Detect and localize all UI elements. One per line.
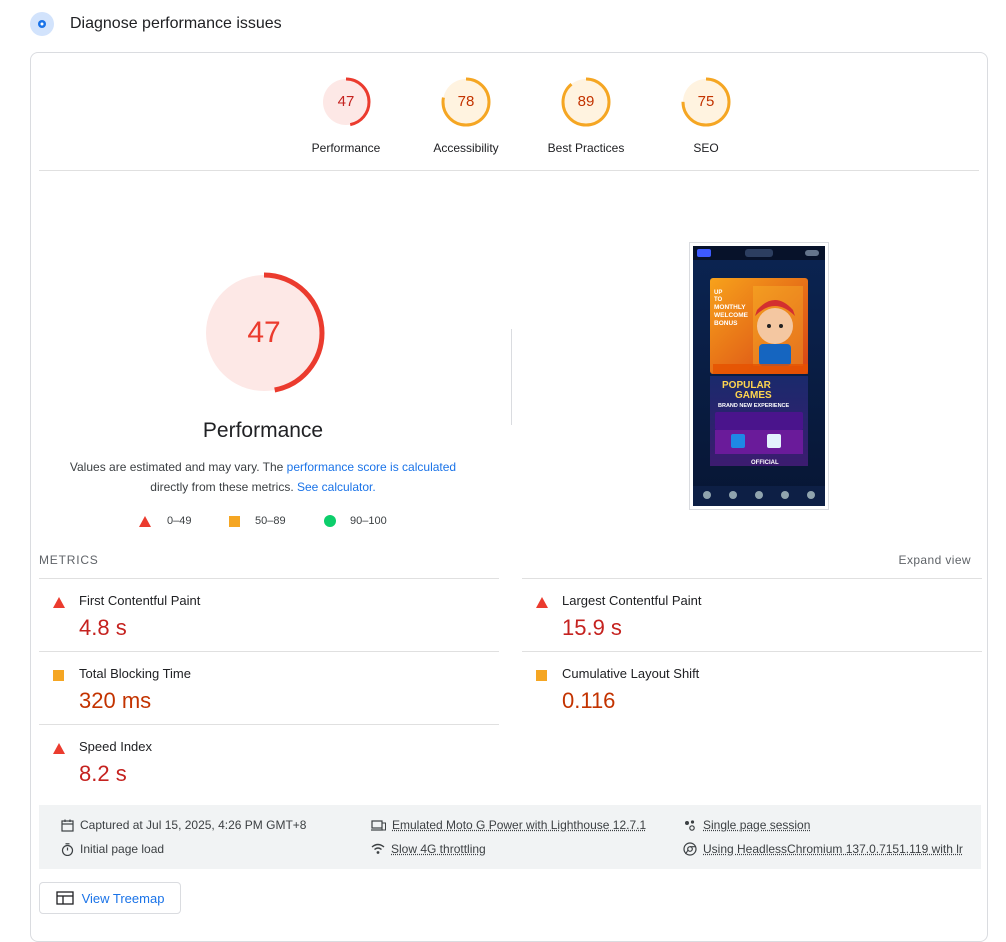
gauge-performance[interactable]: 47 Performance	[286, 77, 406, 155]
captured-text: Captured at Jul 15, 2025, 4:26 PM GMT+8	[80, 818, 307, 832]
score-calculated-link[interactable]: performance score is calculated	[287, 460, 456, 474]
metrics-left-column: First Contentful Paint 4.8 s Total Block…	[39, 578, 499, 797]
performance-title: Performance	[202, 419, 324, 442]
view-treemap-button[interactable]: View Treemap	[39, 882, 181, 914]
runtime-settings: Captured at Jul 15, 2025, 4:26 PM GMT+8 …	[39, 805, 981, 869]
section-title: Diagnose performance issues	[70, 15, 282, 32]
metric-name: Total Blocking Time	[79, 666, 191, 681]
category-gauges: 47 Performance 78 Accessibility 89 Best …	[286, 77, 766, 155]
device-text: Emulated Moto G Power with Lighthouse 12…	[392, 818, 647, 832]
metric-cls: Cumulative Layout Shift 0.116	[522, 651, 982, 724]
note-text: Values are estimated and may vary. The	[69, 460, 287, 474]
people-icon	[685, 819, 695, 831]
performance-score-gauge: 47	[202, 271, 326, 395]
score-note: Values are estimated and may vary. The p…	[51, 457, 475, 497]
initial-load: Initial page load	[61, 842, 164, 856]
gauge-label: SEO	[693, 141, 719, 155]
banner-line: GAMES	[735, 390, 772, 401]
legend-fail: 0–49	[167, 515, 192, 527]
average-square-icon	[229, 515, 240, 527]
final-screenshot[interactable]: UP TO MONTHLY WELCOME BONUS POPULAR GAME…	[689, 242, 829, 510]
wifi-icon	[371, 843, 385, 854]
calendar-icon	[61, 819, 74, 832]
banner-footer: OFFICIAL	[751, 460, 779, 466]
treemap-icon	[55, 891, 74, 905]
metric-value: 320 ms	[79, 688, 152, 713]
fail-triangle-icon	[139, 515, 151, 527]
note-text: directly from these metrics.	[150, 480, 297, 494]
gauge-seo[interactable]: 75 SEO	[646, 77, 766, 155]
chrome-icon	[683, 842, 697, 856]
browser-info[interactable]: Using HeadlessChromium 137.0.7151.119 wi…	[683, 842, 963, 856]
gauge-score: 75	[697, 93, 715, 110]
emulated-device[interactable]: Emulated Moto G Power with Lighthouse 12…	[371, 818, 646, 832]
average-square-icon	[53, 670, 64, 681]
average-square-icon	[536, 670, 547, 681]
performance-score: 47	[247, 316, 281, 349]
metric-fcp: First Contentful Paint 4.8 s	[39, 578, 499, 651]
browser-text: Using HeadlessChromium 137.0.7151.119 wi…	[703, 842, 963, 856]
gauge-score: 78	[457, 93, 475, 110]
captured-at: Captured at Jul 15, 2025, 4:26 PM GMT+8	[61, 818, 306, 832]
score-legend: 0–49 50–89 90–100	[139, 515, 387, 527]
vertical-divider	[511, 329, 512, 425]
banner-line: BONUS	[714, 320, 738, 327]
metric-value: 8.2 s	[79, 761, 127, 786]
metric-value: 0.116	[562, 688, 616, 713]
devices-icon	[371, 819, 386, 831]
fail-triangle-icon	[53, 597, 65, 608]
report-card: 47 Performance 78 Accessibility 89 Best …	[30, 52, 988, 942]
metric-name: First Contentful Paint	[79, 593, 201, 608]
screenshot-image: UP TO MONTHLY WELCOME BONUS POPULAR GAME…	[693, 246, 825, 506]
metric-value: 4.8 s	[79, 615, 127, 640]
metric-value: 15.9 s	[562, 615, 622, 640]
banner-line: BRAND NEW EXPERIENCE	[718, 403, 790, 409]
divider	[39, 170, 979, 171]
metric-name: Cumulative Layout Shift	[562, 666, 700, 681]
session-type[interactable]: Single page session	[683, 818, 810, 832]
gauge-accessibility[interactable]: 78 Accessibility	[406, 77, 526, 155]
metrics-right-column: Largest Contentful Paint 15.9 s Cumulati…	[522, 578, 982, 724]
gauge-label: Accessibility	[433, 141, 499, 155]
gauge-score: 47	[337, 93, 355, 110]
metric-name: Largest Contentful Paint	[562, 593, 702, 608]
banner-line: UP	[714, 290, 722, 296]
gauge-label: Performance	[311, 141, 381, 155]
metric-name: Speed Index	[79, 739, 153, 754]
treemap-label: View Treemap	[81, 890, 165, 906]
metric-speed-index: Speed Index 8.2 s	[39, 724, 499, 797]
session-text: Single page session	[703, 818, 811, 832]
fail-triangle-icon	[536, 597, 548, 608]
metric-lcp: Largest Contentful Paint 15.9 s	[522, 578, 982, 651]
gauge-score: 89	[577, 93, 595, 110]
throttle-text: Slow 4G throttling	[391, 842, 486, 856]
gauge-best-practices[interactable]: 89 Best Practices	[526, 77, 646, 155]
expand-view-button[interactable]: Expand view	[899, 553, 971, 567]
pass-circle-icon	[324, 515, 336, 527]
load-text: Initial page load	[80, 842, 165, 856]
lighthouse-icon	[30, 12, 54, 36]
see-calculator-link[interactable]: See calculator.	[297, 480, 376, 494]
gauge-label: Best Practices	[547, 141, 625, 155]
network-throttling[interactable]: Slow 4G throttling	[371, 842, 486, 856]
metrics-label: METRICS	[39, 553, 99, 567]
timer-icon	[61, 842, 74, 856]
legend-pass: 90–100	[350, 515, 387, 527]
banner-line: TO	[714, 297, 723, 303]
legend-average: 50–89	[255, 515, 286, 527]
section-header: Diagnose performance issues	[30, 10, 282, 38]
banner-line: MONTHLY	[714, 304, 746, 311]
fail-triangle-icon	[53, 743, 65, 754]
banner-line: WELCOME	[714, 312, 749, 319]
metric-tbt: Total Blocking Time 320 ms	[39, 651, 499, 724]
